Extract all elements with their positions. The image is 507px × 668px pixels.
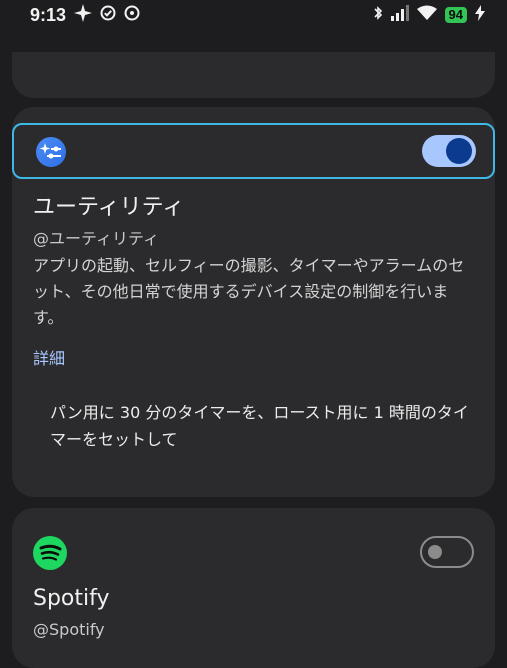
- previous-extension-card: [12, 52, 495, 98]
- status-left: 9:13: [30, 4, 140, 26]
- utility-sliders-icon: [39, 143, 61, 159]
- check-circle-icon: [100, 5, 116, 25]
- charging-icon: [475, 5, 485, 25]
- bluetooth-icon: [373, 5, 383, 25]
- battery-indicator: 94: [444, 7, 467, 23]
- status-bar: 9:13 94: [0, 0, 507, 30]
- spotify-title: Spotify: [33, 586, 110, 611]
- spotify-enable-toggle[interactable]: [420, 536, 474, 568]
- toggle-knob: [428, 545, 442, 559]
- status-right: 94: [373, 5, 485, 25]
- utility-extension-card: ユーティリティ @ユーティリティ アプリの起動、セルフィーの撮影、タイマーやアラ…: [12, 107, 495, 497]
- utility-handle: @ユーティリティ: [33, 229, 160, 248]
- utility-description: アプリの起動、セルフィーの撮影、タイマーやアラームのセット、その他日常で使用する…: [33, 256, 465, 327]
- clock: 9:13: [30, 4, 67, 25]
- utility-title: ユーティリティ: [33, 195, 185, 220]
- signal-icon: [390, 5, 409, 25]
- spotify-extension-card: Spotify @Spotify: [12, 508, 495, 668]
- utility-details-link[interactable]: 詳細: [33, 345, 65, 369]
- toggle-knob: [446, 138, 472, 164]
- face-icon: [124, 5, 140, 25]
- utility-header-row[interactable]: [12, 123, 495, 179]
- utility-enable-toggle[interactable]: [422, 135, 476, 167]
- sparkle-icon: [74, 4, 93, 26]
- wifi-icon: [416, 5, 437, 25]
- utility-app-icon: [36, 137, 66, 167]
- spotify-handle: @Spotify: [33, 620, 105, 639]
- spotify-logo-icon: [33, 536, 67, 570]
- utility-example-prompt[interactable]: パン用に 30 分のタイマーを、ロースト用に 1 時間のタイマーをセットして: [50, 399, 470, 453]
